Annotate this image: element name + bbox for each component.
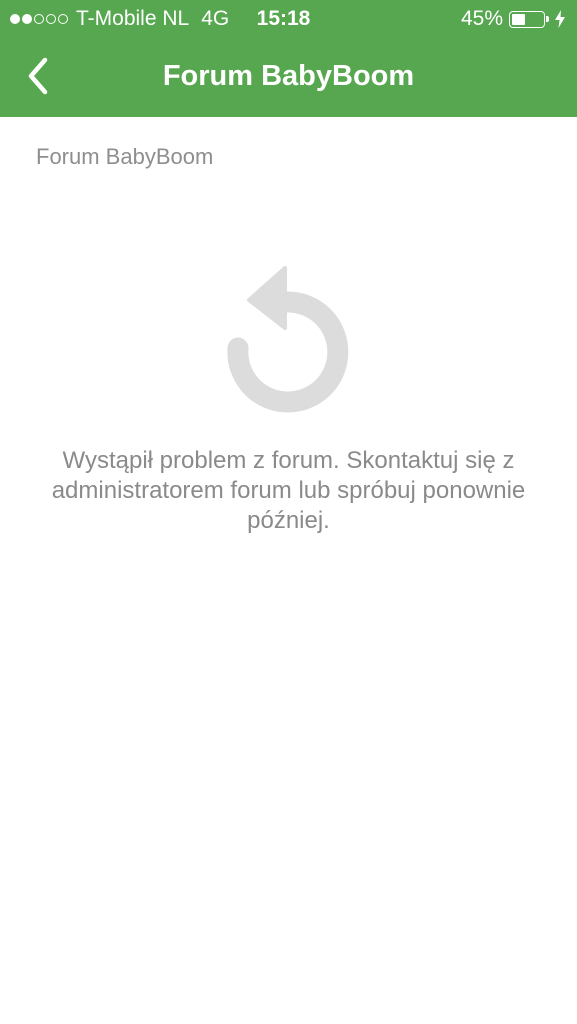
lightning-bolt-icon: [555, 10, 565, 28]
battery-tip: [546, 15, 549, 22]
status-bar: T-Mobile NL 4G 15:18 45%: [0, 0, 577, 38]
page-title: Forum BabyBoom: [162, 60, 415, 92]
battery-fill: [512, 13, 525, 25]
battery-percent: 45%: [460, 7, 503, 30]
reload-button[interactable]: [215, 262, 365, 417]
status-right: 45%: [461, 7, 565, 31]
breadcrumb[interactable]: Forum BabyBoom: [36, 144, 213, 170]
error-message: Wystąpił problem z forum. Skontaktuj się…: [51, 447, 526, 534]
status-time: 15:18: [256, 7, 311, 30]
reload-icon: [227, 266, 349, 413]
navigation-bar: Forum BabyBoom: [0, 38, 577, 117]
app-header: T-Mobile NL 4G 15:18 45% Forum BabyBoom: [0, 0, 577, 117]
battery-icon: [509, 10, 549, 28]
